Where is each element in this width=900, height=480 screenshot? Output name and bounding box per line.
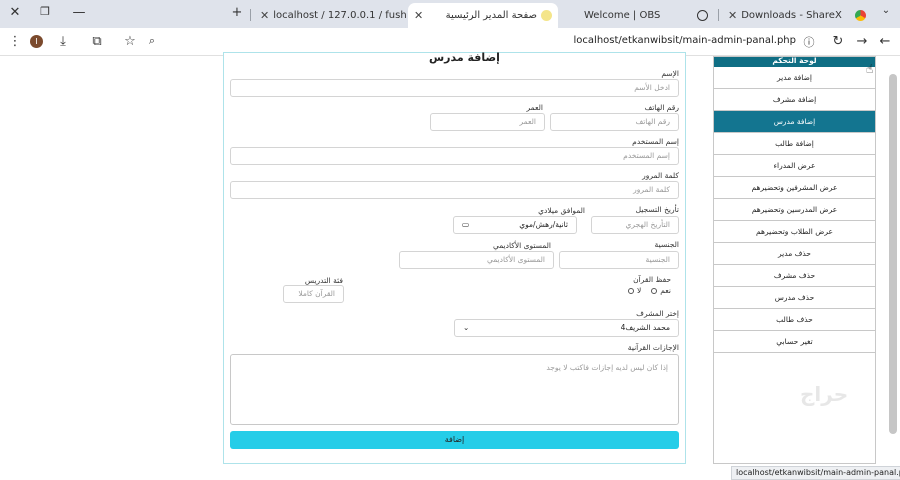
menu-item-view-students[interactable]: عرض الطلاب وتحضيرهم bbox=[714, 221, 875, 243]
tab-title: صفحة المدير الرئيسية bbox=[445, 10, 537, 21]
submit-button[interactable]: إضافة bbox=[230, 431, 679, 449]
browser-tab-bar: ✕ ❐ — + ✕ localhost / 127.0.0.1 / fushdb… bbox=[0, 0, 900, 28]
gregorian-date-value: ثانية/رهش/موي bbox=[519, 220, 568, 229]
menu-item-add-manager[interactable]: إضافة مدير bbox=[714, 67, 875, 89]
gregorian-date-input[interactable]: ▭ ثانية/رهش/موي bbox=[453, 216, 577, 234]
quran-no-radio[interactable] bbox=[628, 287, 635, 294]
teaching-class-input[interactable]: القرآن كاملا bbox=[283, 285, 344, 303]
add-teacher-form: إضافة مدرس الإسم ادخل الأسم رقم الهاتف ر… bbox=[223, 51, 686, 464]
page-favicon bbox=[541, 10, 552, 21]
admin-side-menu: لوحة التحكم إضافة مدير إضافة مشرف إضافة … bbox=[713, 56, 876, 464]
academic-level-label: المستوى الأكاديمي bbox=[492, 241, 551, 250]
menu-item-change-account[interactable]: تغير حسابي bbox=[714, 331, 875, 353]
menu-header: لوحة التحكم bbox=[714, 57, 875, 67]
phone-input[interactable]: رقم الهاتف bbox=[550, 113, 679, 131]
tab-title: localhost / 127.0.0.1 / fushdb / ... bbox=[273, 10, 406, 21]
tab-sharex[interactable]: ✕ Downloads - ShareX bbox=[722, 3, 872, 28]
scroll-thumb[interactable] bbox=[889, 74, 897, 434]
menu-kebab-icon[interactable]: ⋮ bbox=[6, 34, 24, 49]
teaching-class-label: فئة التدريس bbox=[304, 276, 343, 285]
site-info-icon[interactable]: ⓘ bbox=[800, 34, 818, 50]
watermark: حراج bbox=[800, 382, 849, 406]
calendar-icon[interactable]: ▭ bbox=[462, 217, 469, 233]
username-label: إسم المستخدم bbox=[632, 137, 679, 146]
tab-obs[interactable]: Welcome | OBS bbox=[562, 3, 714, 28]
academic-level-input[interactable]: المستوى الأكاديمي bbox=[399, 251, 554, 269]
page-scrollbar[interactable] bbox=[888, 58, 898, 438]
phone-label: رقم الهاتف bbox=[644, 103, 679, 112]
nationality-label: الجنسية bbox=[654, 240, 679, 249]
registration-date-label: تأريخ التسجيل bbox=[635, 205, 679, 214]
name-label: الإسم bbox=[661, 69, 679, 78]
tab-phpmyadmin[interactable]: ✕ localhost / 127.0.0.1 / fushdb / ... bbox=[254, 3, 406, 28]
menu-item-view-supervisors[interactable]: عرض المشرفين وتحضيرهم bbox=[714, 177, 875, 199]
status-url: localhost/etkanwibsit/main-admin-panal.p… bbox=[731, 466, 900, 480]
menu-item-add-student[interactable]: إضافة طالب bbox=[714, 133, 875, 155]
password-label: كلمة المرور bbox=[642, 171, 679, 180]
profile-avatar[interactable]: I bbox=[30, 35, 43, 48]
url-text[interactable]: localhost/etkanwibsit/main-admin-panal.p… bbox=[574, 35, 796, 46]
new-tab-icon[interactable]: + bbox=[228, 5, 246, 20]
chrome-favicon bbox=[855, 10, 866, 21]
tab-close-icon[interactable]: ✕ bbox=[728, 9, 737, 22]
quran-memorization-label: حفظ القرآن bbox=[633, 275, 671, 284]
chevron-down-icon: ⌄ bbox=[463, 323, 470, 332]
back-icon[interactable]: ← bbox=[876, 34, 894, 49]
restore-window-icon[interactable]: ❐ bbox=[36, 5, 54, 18]
minimize-window-icon[interactable]: — bbox=[70, 5, 88, 20]
menu-item-delete-manager[interactable]: حذف مدير bbox=[714, 243, 875, 265]
quran-licenses-label: الإجازات القرآنية bbox=[627, 343, 679, 352]
bookmark-star-icon[interactable]: ☆ bbox=[121, 34, 139, 49]
age-label: العمر bbox=[526, 103, 543, 112]
page-content: إضافة مدرس الإسم ادخل الأسم رقم الهاتف ر… bbox=[0, 51, 900, 480]
password-input[interactable]: كلمة المرور bbox=[230, 181, 679, 199]
tab-close-icon[interactable]: ✕ bbox=[260, 9, 269, 22]
globe-icon bbox=[697, 10, 708, 21]
tab-close-icon[interactable]: ✕ bbox=[414, 9, 423, 22]
supervisor-label: إختر المشرف bbox=[636, 309, 679, 318]
menu-item-add-teacher[interactable]: إضافة مدرس bbox=[714, 111, 875, 133]
reload-icon[interactable]: ↻ bbox=[829, 34, 847, 49]
zoom-icon[interactable]: ⌕ bbox=[143, 34, 161, 48]
menu-item-delete-student[interactable]: حذف طالب bbox=[714, 309, 875, 331]
supervisor-value: 4محمد الشريف bbox=[620, 323, 670, 332]
tab-search-icon[interactable]: ⌄ bbox=[877, 5, 895, 16]
gregorian-date-label: الموافق ميلادي bbox=[538, 206, 585, 215]
menu-item-delete-teacher[interactable]: حذف مدرس bbox=[714, 287, 875, 309]
username-input[interactable]: إسم المستخدم bbox=[230, 147, 679, 165]
supervisor-select[interactable]: ⌄ 4محمد الشريف bbox=[454, 319, 679, 337]
tab-title: Downloads - ShareX bbox=[741, 10, 842, 21]
menu-item-view-managers[interactable]: عرض المدراء bbox=[714, 155, 875, 177]
menu-item-view-teachers[interactable]: عرض المدرسين وتحضيرهم bbox=[714, 199, 875, 221]
tab-title: Welcome | OBS bbox=[584, 10, 661, 21]
extensions-icon[interactable]: ⧉ bbox=[88, 34, 106, 49]
mouse-cursor-icon: ☝ bbox=[866, 62, 874, 76]
quran-yes-label: نعم bbox=[660, 286, 671, 295]
forward-icon[interactable]: → bbox=[853, 34, 871, 49]
name-input[interactable]: ادخل الأسم bbox=[230, 79, 679, 97]
close-window-icon[interactable]: ✕ bbox=[6, 5, 24, 20]
quran-yes-radio[interactable] bbox=[651, 287, 658, 294]
download-icon[interactable]: ⤓ bbox=[54, 34, 72, 49]
form-title: إضافة مدرس bbox=[429, 51, 500, 64]
hijri-date-input[interactable]: التأريخ الهجري bbox=[591, 216, 679, 234]
quran-radio-group: نعم لا bbox=[628, 286, 671, 295]
quran-no-label: لا bbox=[637, 286, 642, 295]
quran-licenses-textarea[interactable]: إذا كان ليس لديه إجازات فاكتب لا يوجد bbox=[230, 354, 679, 425]
tab-admin-home[interactable]: ✕ صفحة المدير الرئيسية bbox=[408, 3, 558, 28]
menu-item-add-supervisor[interactable]: إضافة مشرف bbox=[714, 89, 875, 111]
nationality-input[interactable]: الجنسية bbox=[559, 251, 679, 269]
age-input[interactable]: العمر bbox=[430, 113, 545, 131]
menu-item-delete-supervisor[interactable]: حذف مشرف bbox=[714, 265, 875, 287]
